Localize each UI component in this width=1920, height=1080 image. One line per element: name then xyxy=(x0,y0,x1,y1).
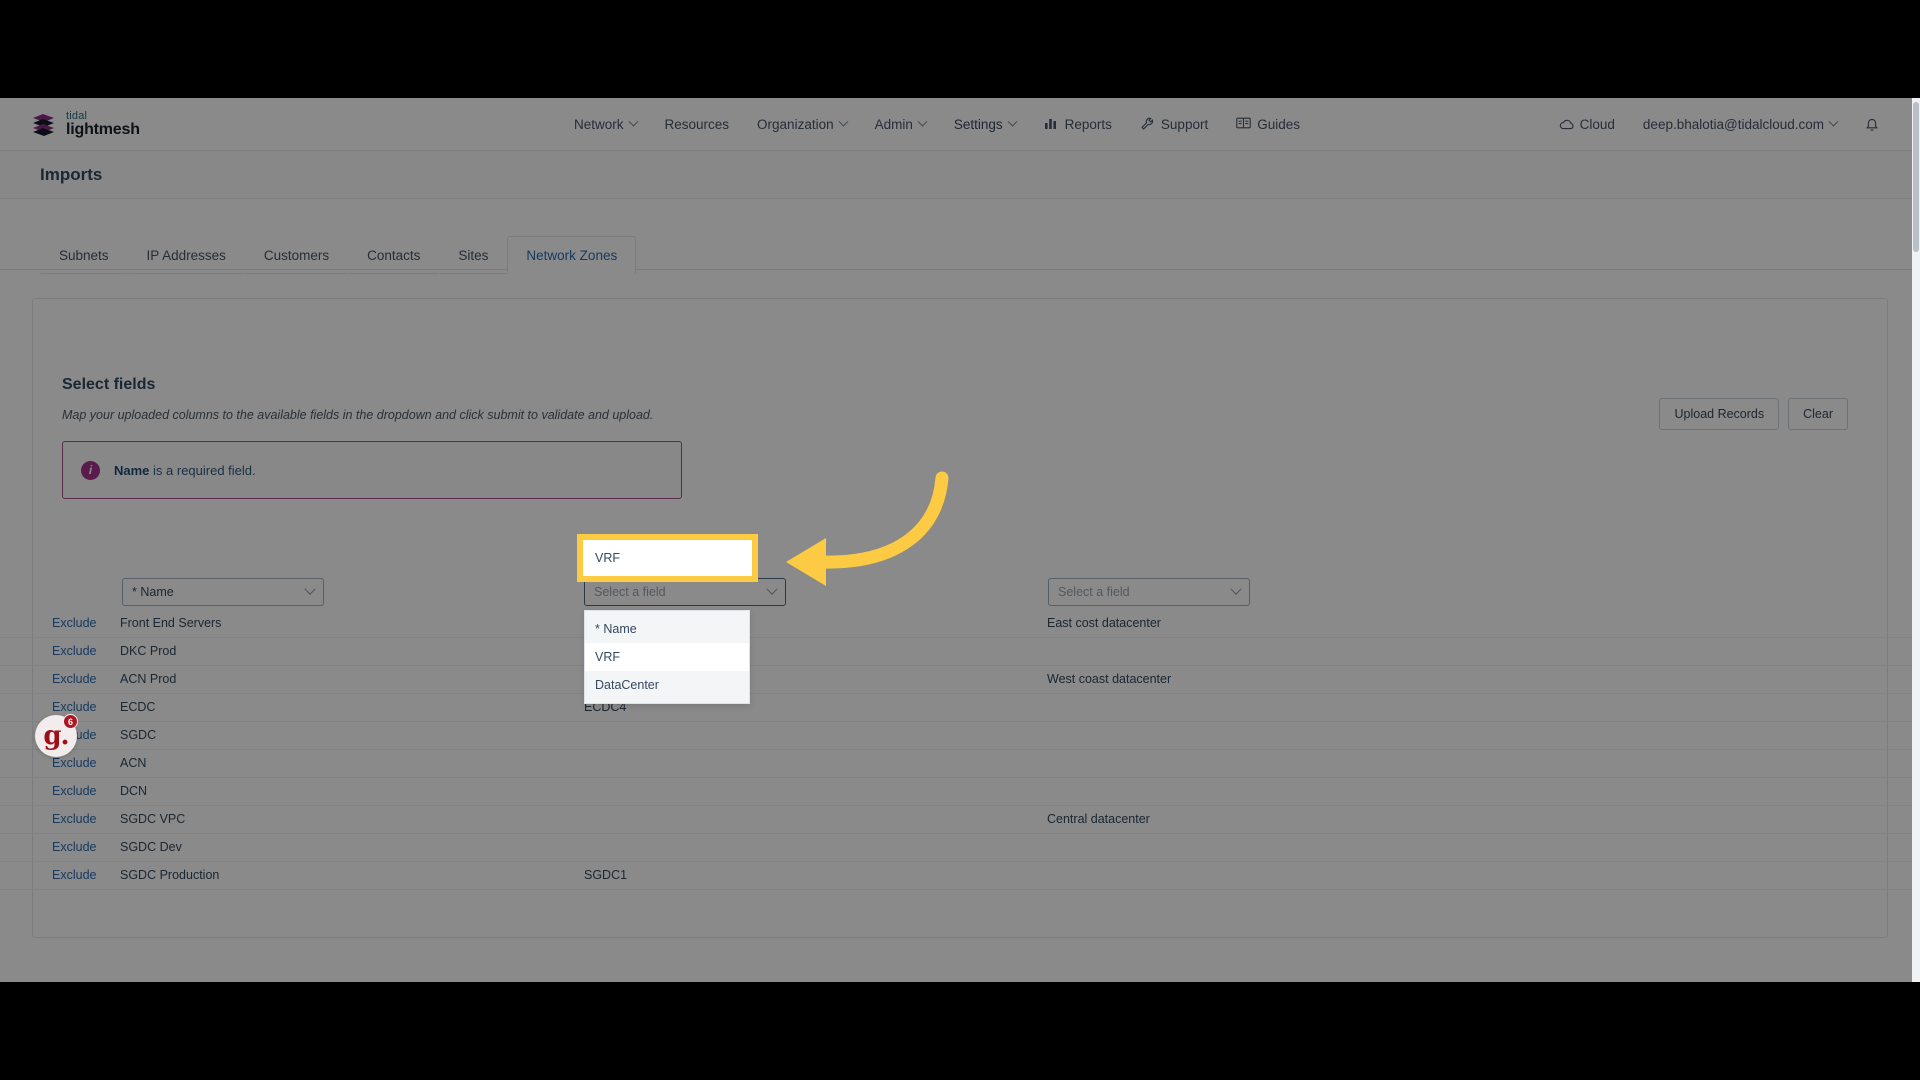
field-select-column-1-value: * Name xyxy=(132,585,174,599)
field-select-column-2-placeholder: Select a field xyxy=(594,585,666,599)
exclude-link[interactable]: Exclude xyxy=(52,840,96,854)
cell-name: ACN Prod xyxy=(120,672,177,686)
field-select-column-3[interactable]: Select a field xyxy=(1048,578,1250,606)
table-row: Exclude SGDC xyxy=(0,722,1920,750)
chat-widget-button[interactable]: g. 6 xyxy=(35,714,78,757)
callout-arrow-icon xyxy=(760,466,950,591)
chevron-down-icon xyxy=(1230,583,1242,595)
cell-name: DCN xyxy=(120,784,148,798)
table-row: Exclude Front End Servers East cost data… xyxy=(0,610,1920,638)
table-row: Exclude DCN xyxy=(0,778,1920,806)
app-viewport: tidal lightmesh Network Resources Organi… xyxy=(0,98,1920,982)
table-row: Exclude DKC Prod xyxy=(0,638,1920,666)
field-select-dropdown-menu: * Name VRF DataCenter xyxy=(584,610,750,704)
dropdown-option-datacenter[interactable]: DataCenter xyxy=(585,671,749,699)
dropdown-option-name[interactable]: * Name xyxy=(585,615,749,643)
table-row: Exclude ECDC ECDC4 xyxy=(0,694,1920,722)
field-select-column-3-placeholder: Select a field xyxy=(1058,585,1130,599)
table-row: Exclude ACN Prod West coast datacenter xyxy=(0,666,1920,694)
scrollbar-thumb[interactable] xyxy=(1913,102,1919,252)
field-mapping-area: * Name Select a field Select a field * N… xyxy=(0,98,1920,982)
dropdown-option-vrf[interactable]: VRF xyxy=(585,643,749,671)
cell-name: Front End Servers xyxy=(120,616,222,630)
cell-vrf: SGDC1 xyxy=(584,868,628,882)
cell-datacenter: Central datacenter xyxy=(1047,812,1150,826)
exclude-link[interactable]: Exclude xyxy=(52,672,96,686)
cell-name: ACN xyxy=(120,756,147,770)
field-select-column-1[interactable]: * Name xyxy=(122,578,324,606)
mapping-rows: Exclude Front End Servers East cost data… xyxy=(0,610,1920,890)
cell-name: SGDC xyxy=(120,728,157,742)
table-row: Exclude SGDC VPC Central datacenter xyxy=(0,806,1920,834)
cell-name: SGDC VPC xyxy=(120,812,186,826)
exclude-link[interactable]: Exclude xyxy=(52,784,96,798)
exclude-link[interactable]: Exclude xyxy=(52,644,96,658)
table-row: Exclude SGDC Dev xyxy=(0,834,1920,862)
cell-name: SGDC Production xyxy=(120,868,220,882)
table-row: Exclude SGDC Production SGDC1 xyxy=(0,862,1920,890)
cell-name: SGDC Dev xyxy=(120,840,182,854)
exclude-link[interactable]: Exclude xyxy=(52,868,96,882)
exclude-link[interactable]: Exclude xyxy=(52,756,96,770)
cell-datacenter: West coast datacenter xyxy=(1047,672,1172,686)
callout-highlighted-option[interactable]: VRF xyxy=(595,551,620,565)
cell-datacenter: East cost datacenter xyxy=(1047,616,1161,630)
callout-highlight-box: VRF xyxy=(577,534,758,582)
vertical-scrollbar[interactable] xyxy=(1912,98,1920,982)
exclude-link[interactable]: Exclude xyxy=(52,700,96,714)
field-select-column-2[interactable]: Select a field xyxy=(584,578,786,606)
cell-name: DKC Prod xyxy=(120,644,177,658)
exclude-link[interactable]: Exclude xyxy=(52,812,96,826)
exclude-link[interactable]: Exclude xyxy=(52,616,96,630)
chevron-down-icon xyxy=(304,583,316,595)
cell-name: ECDC xyxy=(120,700,156,714)
chat-widget-badge: 6 xyxy=(63,714,78,729)
table-row: Exclude ACN xyxy=(0,750,1920,778)
